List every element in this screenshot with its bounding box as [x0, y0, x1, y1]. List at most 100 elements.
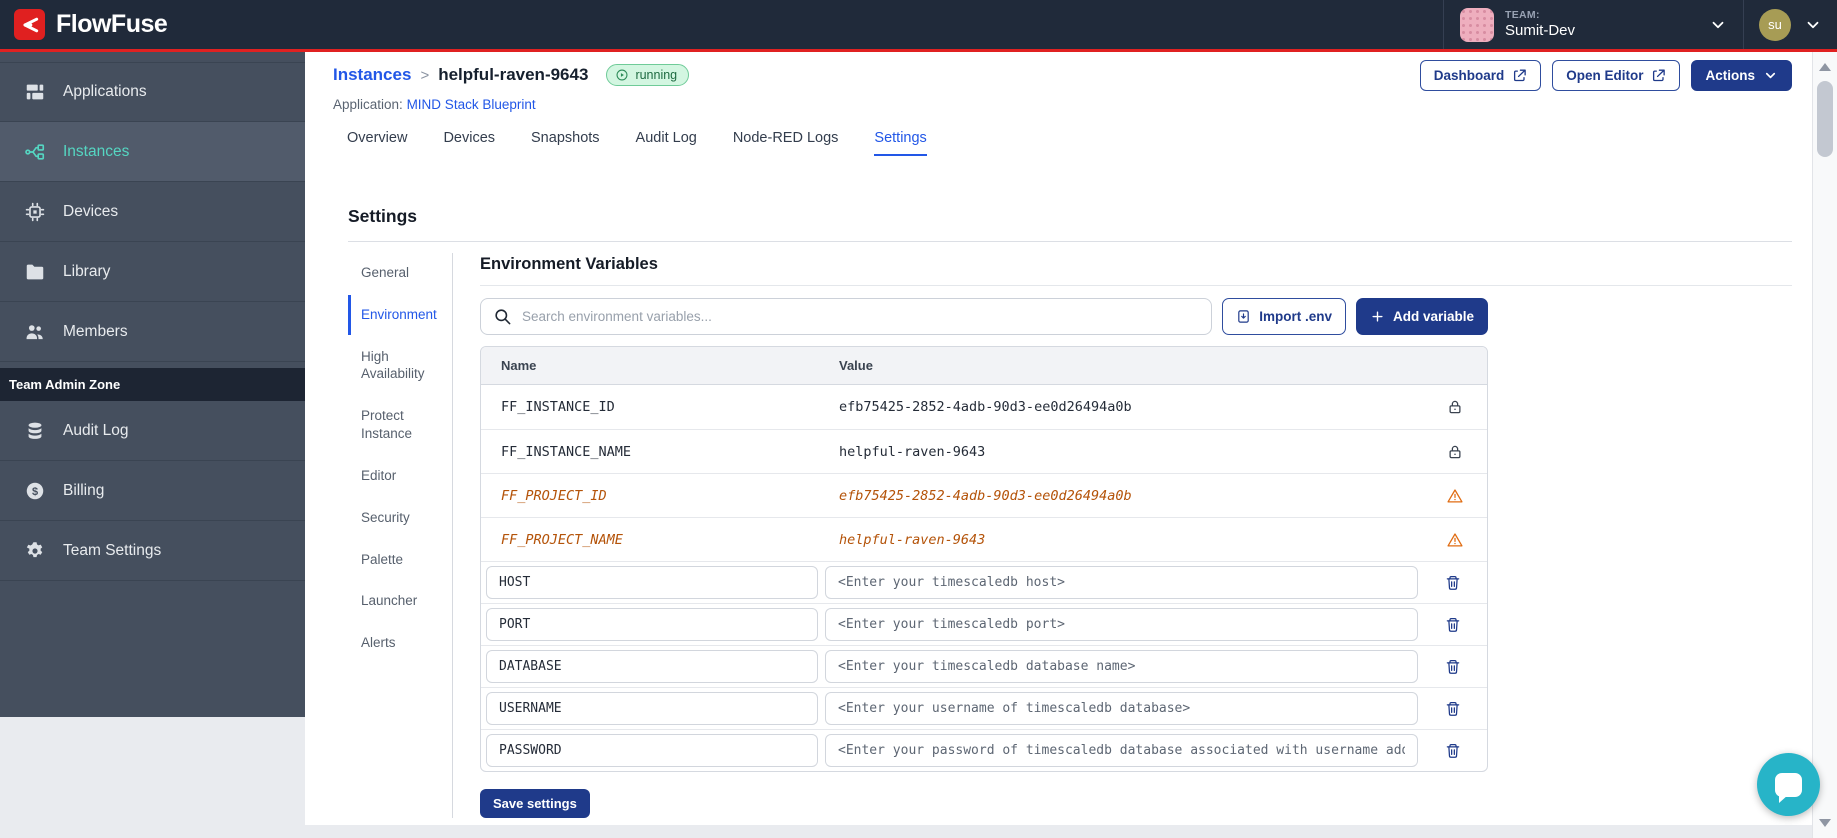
team-settings-icon [24, 540, 46, 562]
env-value-input[interactable] [825, 608, 1418, 641]
flowfuse-logo[interactable]: FlowFuse [14, 9, 168, 40]
env-value-input[interactable] [825, 566, 1418, 599]
chat-widget-button[interactable] [1757, 753, 1820, 816]
scrollbar-up-arrow[interactable] [1819, 63, 1831, 71]
delete-variable-button[interactable] [1442, 572, 1464, 594]
save-settings-button[interactable]: Save settings [480, 789, 590, 818]
settings-nav-high-availability[interactable]: High Availability [348, 337, 452, 395]
delete-variable-button[interactable] [1442, 656, 1464, 678]
env-value-input[interactable] [825, 692, 1418, 725]
env-name-input[interactable] [486, 608, 818, 641]
env-name-input[interactable] [486, 734, 818, 767]
trash-icon [1446, 617, 1459, 632]
env-name-input[interactable] [486, 692, 818, 725]
env-var-value: efb75425-2852-4adb-90d3-ee0d26494a0b [839, 399, 1132, 415]
dashboard-button[interactable]: Dashboard [1419, 59, 1542, 91]
team-name: Sumit-Dev [1505, 21, 1576, 39]
settings-nav-launcher[interactable]: Launcher [348, 581, 452, 621]
delete-variable-button[interactable] [1442, 614, 1464, 636]
user-menu[interactable]: su [1743, 0, 1837, 49]
env-value-input[interactable] [825, 650, 1418, 683]
search-input[interactable] [480, 298, 1213, 335]
divider [480, 285, 1792, 286]
env-var-name: FF_INSTANCE_ID [501, 399, 615, 415]
env-name-input[interactable] [486, 650, 818, 683]
env-var-value: helpful-raven-9643 [839, 443, 986, 460]
env-var-row: FF_PROJECT_NAME helpful-raven-9643 [481, 517, 1487, 561]
env-var-edit-row [481, 561, 1487, 603]
top-bar: FlowFuse TEAM: Sumit-Dev su [0, 0, 1837, 52]
chat-bubble-icon [1775, 772, 1802, 803]
env-variables-table: Name Value FF_INSTANCE_ID efb75425-2852-… [480, 346, 1488, 772]
breadcrumb-separator: > [420, 66, 430, 84]
env-var-name: FF_PROJECT_ID [501, 487, 607, 504]
sidebar-item-team-settings[interactable]: Team Settings [0, 521, 305, 581]
env-name-input[interactable] [486, 566, 818, 599]
sidebar: Applications Instances Devices Library M… [0, 52, 305, 717]
settings-nav-general[interactable]: General [348, 253, 452, 293]
external-link-icon [1512, 68, 1527, 83]
tab-audit-log[interactable]: Audit Log [636, 130, 697, 156]
vertical-scrollbar [1812, 52, 1837, 838]
instance-name: helpful-raven-9643 [438, 65, 589, 84]
section-title: Environment Variables [480, 255, 658, 273]
team-admin-zone-label: Team Admin Zone [0, 368, 305, 401]
env-var-name: FF_PROJECT_NAME [501, 531, 623, 548]
settings-nav-editor[interactable]: Editor [348, 456, 452, 496]
settings-nav-security[interactable]: Security [348, 498, 452, 538]
trash-icon [1446, 659, 1459, 674]
instances-icon [24, 141, 46, 163]
tab-settings[interactable]: Settings [874, 130, 927, 156]
user-avatar: su [1759, 8, 1791, 41]
page-title: Settings [348, 206, 418, 226]
sidebar-item-billing[interactable]: $ Billing [0, 461, 305, 521]
main-content: Instances > helpful-raven-9643 running D… [305, 52, 1812, 825]
chevron-down-icon [1804, 16, 1822, 34]
team-selector[interactable]: TEAM: Sumit-Dev [1443, 0, 1743, 49]
plus-icon [1370, 309, 1385, 324]
svg-text:$: $ [32, 485, 38, 497]
application-line: Application: MIND Stack Blueprint [333, 97, 536, 112]
delete-variable-button[interactable] [1442, 740, 1464, 762]
sidebar-item-applications[interactable]: Applications [0, 62, 305, 122]
tab-snapshots[interactable]: Snapshots [531, 130, 600, 156]
trash-icon [1446, 701, 1459, 716]
application-link[interactable]: MIND Stack Blueprint [407, 97, 536, 112]
add-variable-button[interactable]: Add variable [1355, 298, 1488, 335]
settings-nav-alerts[interactable]: Alerts [348, 623, 452, 663]
tab-devices[interactable]: Devices [443, 130, 495, 156]
env-var-edit-row [481, 687, 1487, 729]
scrollbar-thumb[interactable] [1817, 81, 1833, 157]
import-file-icon [1236, 309, 1251, 324]
breadcrumb-instances-link[interactable]: Instances [333, 65, 411, 85]
settings-nav-palette[interactable]: Palette [348, 540, 452, 580]
table-header: Name Value [481, 347, 1487, 385]
delete-variable-button[interactable] [1442, 698, 1464, 720]
env-value-input[interactable] [825, 734, 1418, 767]
sidebar-item-instances[interactable]: Instances [0, 122, 305, 182]
audit-log-icon [24, 420, 46, 442]
actions-button[interactable]: Actions [1691, 59, 1792, 91]
import-env-button[interactable]: Import .env [1222, 298, 1346, 335]
env-var-edit-row [481, 729, 1487, 771]
trash-icon [1446, 743, 1459, 758]
env-var-value: efb75425-2852-4adb-90d3-ee0d26494a0b [839, 487, 1132, 504]
sidebar-item-devices[interactable]: Devices [0, 182, 305, 242]
sidebar-item-library[interactable]: Library [0, 242, 305, 302]
scrollbar-down-arrow[interactable] [1819, 819, 1831, 827]
open-editor-button[interactable]: Open Editor [1552, 59, 1681, 91]
settings-nav-environment[interactable]: Environment [348, 294, 452, 335]
instance-tabs: Overview Devices Snapshots Audit Log Node-RE… [347, 130, 1792, 156]
env-var-edit-row [481, 603, 1487, 645]
external-link-icon [1651, 68, 1666, 83]
env-var-row: FF_INSTANCE_ID efb75425-2852-4adb-90d3-e… [481, 385, 1487, 429]
play-circle-icon [615, 68, 629, 82]
brand-name: FlowFuse [56, 10, 168, 38]
sidebar-item-audit-log[interactable]: Audit Log [0, 401, 305, 461]
settings-nav-protect-instance[interactable]: Protect Instance [348, 396, 452, 454]
sidebar-item-members[interactable]: Members [0, 302, 305, 362]
library-icon [24, 261, 46, 283]
tab-overview[interactable]: Overview [347, 130, 407, 156]
column-header-value: Value [839, 358, 873, 373]
tab-node-red-logs[interactable]: Node-RED Logs [733, 130, 839, 156]
